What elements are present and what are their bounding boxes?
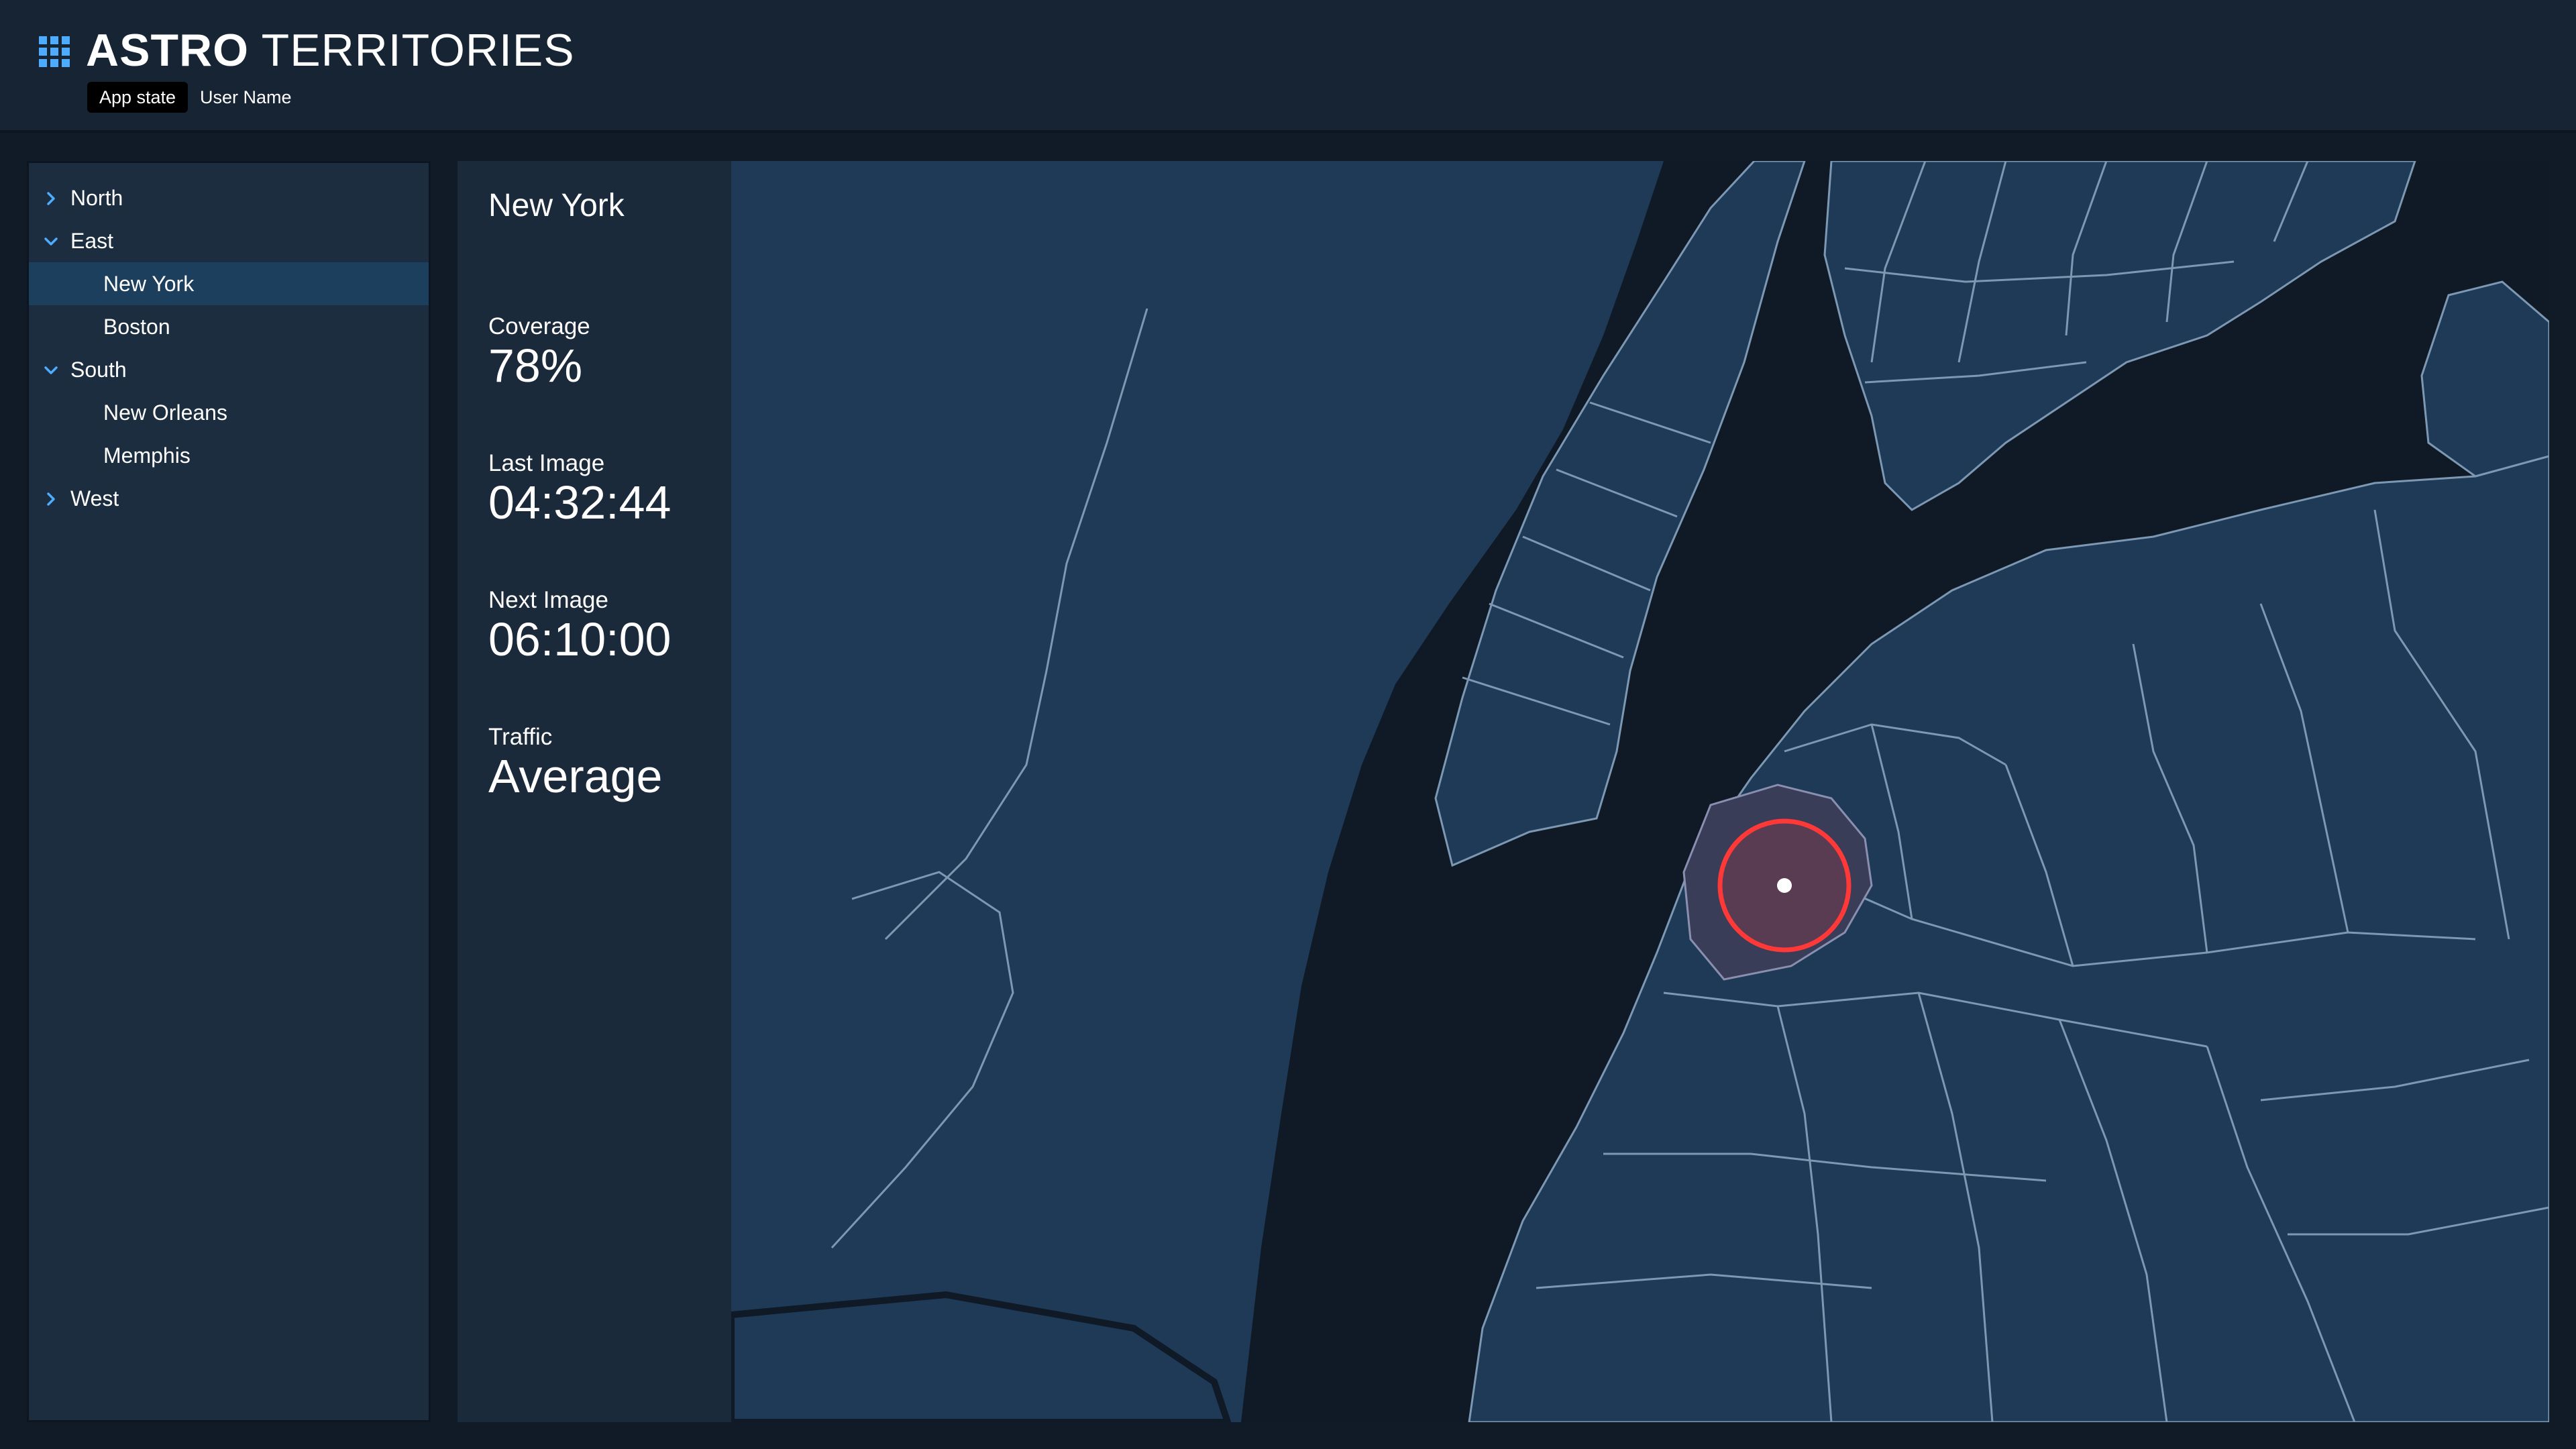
territory-map[interactable]	[731, 161, 2549, 1422]
app-title-strong: ASTRO	[86, 25, 249, 76]
chevron-right-icon[interactable]	[44, 492, 58, 506]
tree-item-new-york[interactable]: New York	[29, 262, 429, 305]
tree-item-label: Memphis	[103, 443, 191, 468]
app-header: ASTRO TERRITORIES App state User Name	[0, 0, 2576, 133]
tree-item-memphis[interactable]: Memphis	[29, 434, 429, 477]
tree-item-boston[interactable]: Boston	[29, 305, 429, 348]
details-panel: New York Coverage 78% Last Image 04:32:4…	[458, 161, 731, 1422]
chevron-down-icon[interactable]	[44, 363, 58, 378]
region-tree: North East New York Boston South New Orl…	[27, 161, 431, 1422]
map-canvas[interactable]	[731, 161, 2549, 1422]
tree-item-label: New Orleans	[103, 400, 227, 425]
tree-item-west[interactable]: West	[29, 477, 429, 520]
tree-item-label: South	[70, 358, 127, 382]
tree-item-north[interactable]: North	[29, 176, 429, 219]
user-name[interactable]: User Name	[200, 82, 292, 113]
tree-item-label: East	[70, 229, 114, 253]
tree-item-label: New York	[103, 272, 195, 296]
last-image-value: 04:32:44	[488, 476, 672, 529]
tree-item-label: West	[70, 486, 119, 511]
tree-item-label: Boston	[103, 315, 170, 339]
tree-item-south[interactable]: South	[29, 348, 429, 391]
coverage-value: 78%	[488, 339, 583, 392]
waffle-grid-icon[interactable]	[39, 36, 70, 67]
next-image-value: 06:10:00	[488, 613, 672, 665]
chevron-right-icon[interactable]	[44, 191, 58, 206]
app-title: ASTRO TERRITORIES	[86, 20, 575, 80]
details-title: New York	[488, 188, 625, 223]
traffic-value: Average	[488, 750, 663, 802]
chevron-down-icon[interactable]	[44, 234, 58, 249]
location-target-icon[interactable]	[1717, 818, 1851, 953]
app-title-light: TERRITORIES	[261, 25, 575, 76]
tree-item-label: North	[70, 186, 123, 210]
tree-item-east[interactable]: East	[29, 219, 429, 262]
app-state-tag: App state	[87, 82, 189, 113]
tree-item-new-orleans[interactable]: New Orleans	[29, 391, 429, 434]
